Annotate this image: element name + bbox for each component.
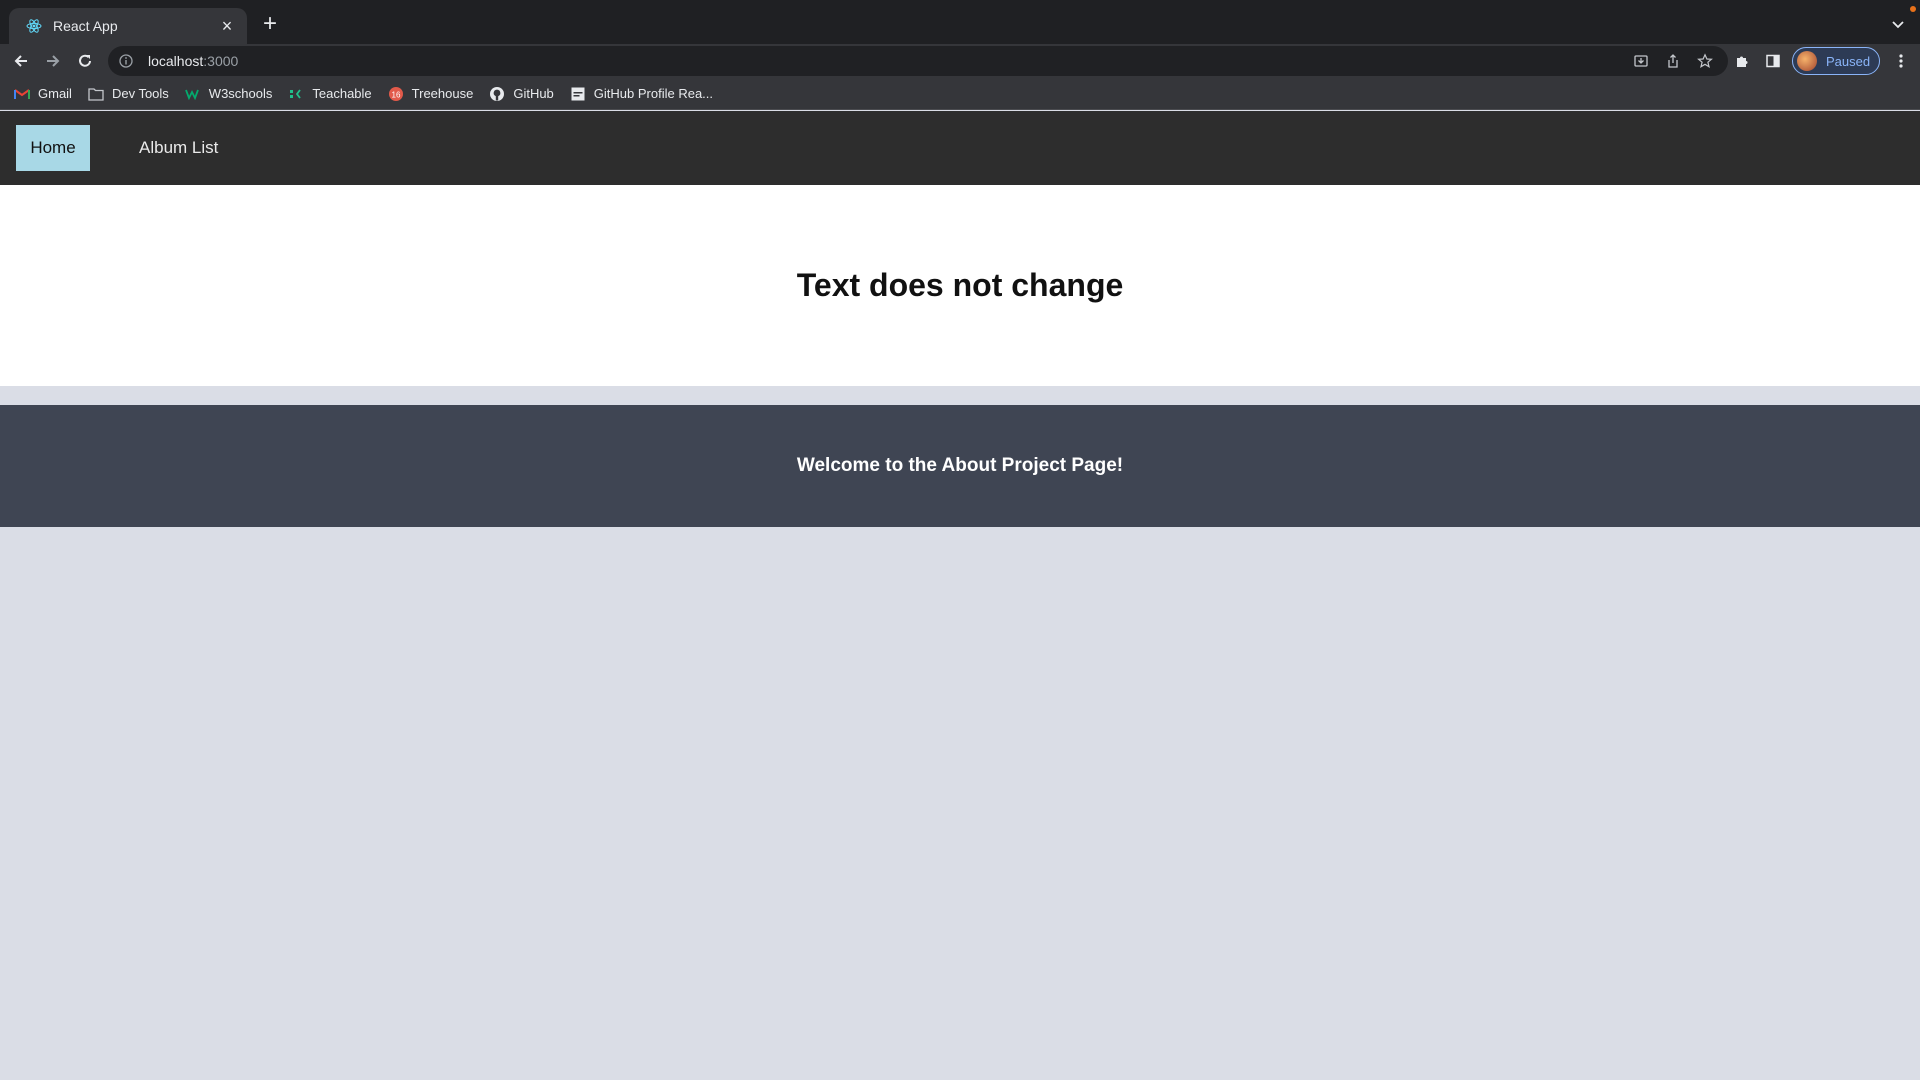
bookmark-label: Dev Tools xyxy=(111,86,169,101)
browser-tab[interactable]: React App × xyxy=(9,8,247,44)
bookmark-label: Treehouse xyxy=(411,86,474,101)
browser-toolbar: localhost:3000 Paused xyxy=(0,44,1920,78)
back-arrow-icon[interactable] xyxy=(8,48,34,74)
gmail-icon xyxy=(14,86,30,102)
nav-link-home[interactable]: Home xyxy=(16,125,90,171)
about-banner: Welcome to the About Project Page! xyxy=(0,405,1920,527)
address-bar[interactable]: localhost:3000 xyxy=(108,46,1728,76)
bookmark-dev-tools[interactable]: Dev Tools xyxy=(88,82,177,106)
bookmark-label: Gmail xyxy=(38,86,72,101)
bookmark-w3schools[interactable]: W3schools xyxy=(184,82,281,106)
bookmark-label: GitHub xyxy=(513,86,554,101)
url-text: localhost:3000 xyxy=(148,53,238,69)
tab-title: React App xyxy=(53,18,118,34)
side-panel-icon[interactable] xyxy=(1760,48,1786,74)
bookmark-label: GitHub Profile Rea... xyxy=(593,86,714,101)
bookmark-github[interactable]: GitHub xyxy=(489,82,561,106)
nav-link-album-list[interactable]: Album List xyxy=(139,125,218,171)
hero-section: Text does not change xyxy=(0,185,1920,386)
notification-dot xyxy=(1910,6,1916,12)
svg-text:16: 16 xyxy=(391,90,400,99)
bookmark-label: Teachable xyxy=(312,86,372,101)
new-tab-button[interactable]: + xyxy=(258,12,282,36)
kebab-menu-icon[interactable] xyxy=(1890,48,1912,74)
extensions-puzzle-icon[interactable] xyxy=(1729,48,1755,74)
bookmark-star-icon[interactable] xyxy=(1694,50,1716,72)
page-viewport: Home Album List Text does not change Wel… xyxy=(0,111,1920,1080)
tab-search-chevron-icon[interactable] xyxy=(1886,12,1910,36)
react-icon xyxy=(25,17,43,35)
page-icon xyxy=(570,86,586,102)
url-host: localhost xyxy=(148,53,204,69)
share-icon[interactable] xyxy=(1662,50,1684,72)
github-icon xyxy=(489,86,505,102)
address-bar-actions xyxy=(1630,50,1716,72)
bookmarks-bar: Gmail Dev Tools W3schools Teachable 16 T… xyxy=(0,78,1920,110)
install-app-icon[interactable] xyxy=(1630,50,1652,72)
reload-icon[interactable] xyxy=(72,48,98,74)
site-info-icon[interactable] xyxy=(118,53,134,69)
folder-icon xyxy=(88,86,104,102)
forward-arrow-icon[interactable] xyxy=(40,48,66,74)
avatar xyxy=(1797,51,1817,71)
bookmark-gmail[interactable]: Gmail xyxy=(14,82,80,106)
bookmark-treehouse[interactable]: 16 Treehouse xyxy=(388,82,482,106)
browser-tabstrip: React App × + xyxy=(0,0,1920,44)
bookmark-github-profile-readme[interactable]: GitHub Profile Rea... xyxy=(570,82,721,106)
teachable-icon xyxy=(288,86,304,102)
about-heading: Welcome to the About Project Page! xyxy=(796,455,1124,476)
bookmark-label: W3schools xyxy=(208,86,273,101)
page-title: Text does not change xyxy=(796,267,1124,303)
close-tab-icon[interactable]: × xyxy=(217,16,237,36)
url-port: :3000 xyxy=(203,53,239,69)
app-navbar: Home Album List xyxy=(0,111,1920,185)
profile-status-label: Paused xyxy=(1826,53,1871,69)
w3schools-icon xyxy=(184,86,201,102)
bookmark-teachable[interactable]: Teachable xyxy=(288,82,379,106)
profile-button[interactable]: Paused xyxy=(1792,47,1880,75)
treehouse-icon: 16 xyxy=(388,86,404,102)
